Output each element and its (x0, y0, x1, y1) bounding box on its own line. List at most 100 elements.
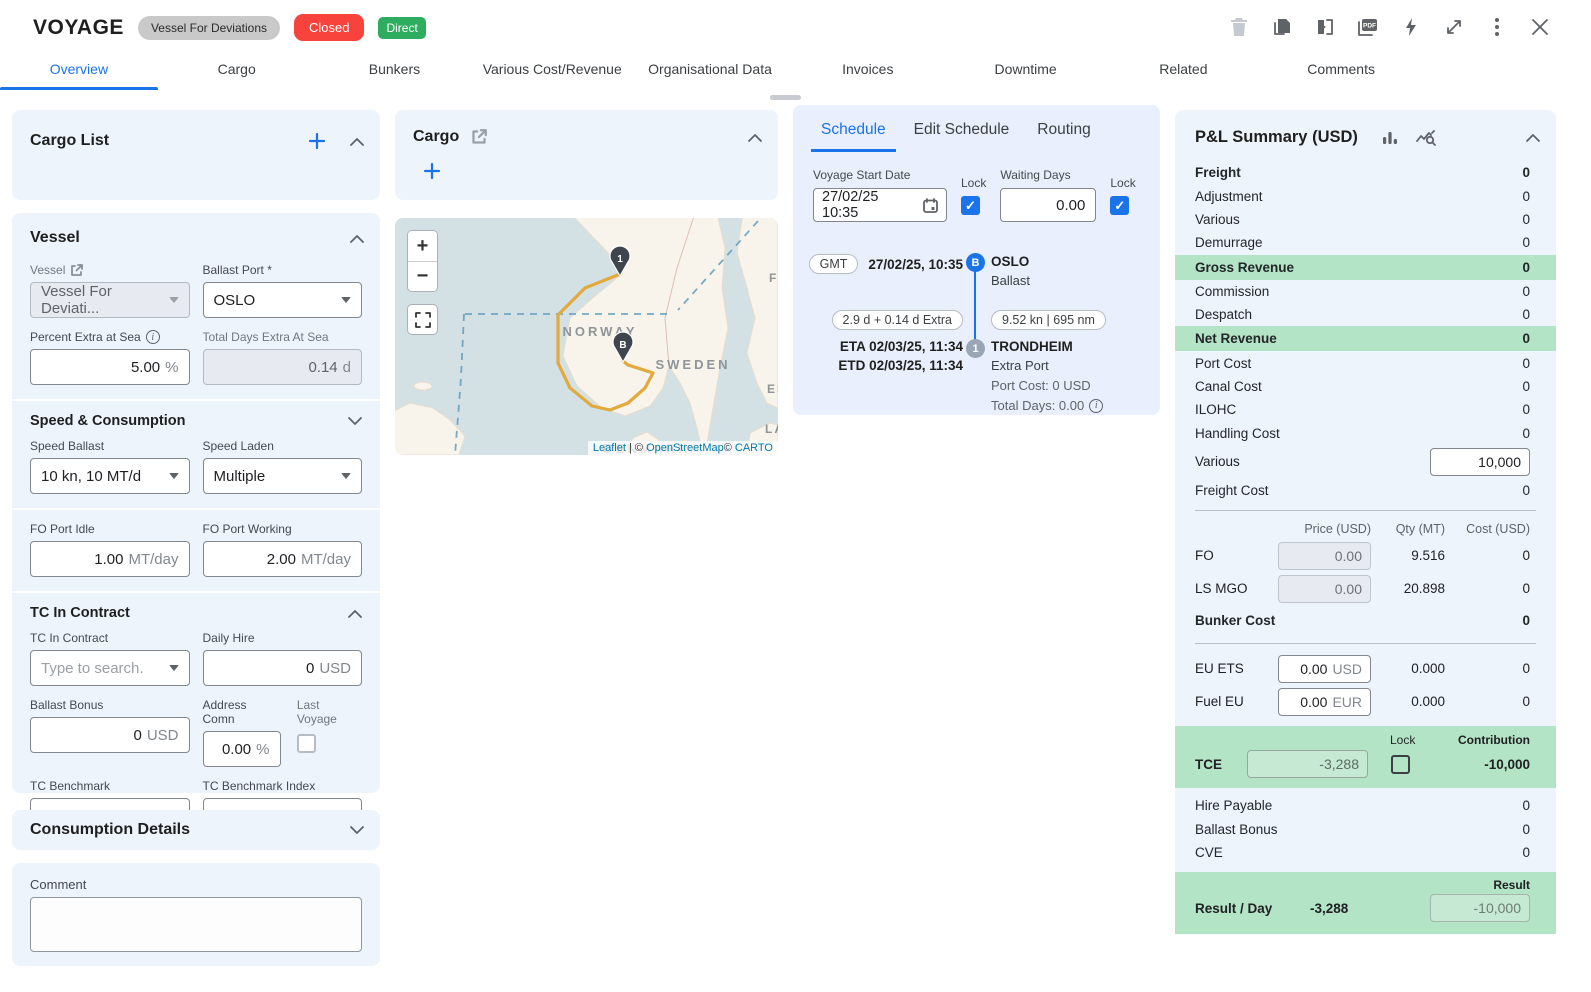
total-days-info-icon[interactable]: i (1089, 399, 1103, 413)
svg-text:1: 1 (617, 254, 623, 265)
vessel-chip: Vessel For Deviations (138, 16, 280, 40)
tab-schedule[interactable]: Schedule (811, 115, 896, 152)
tce-lock-label: Lock (1390, 733, 1415, 747)
svg-text:PDF: PDF (1363, 23, 1376, 30)
schedule-panel: Schedule Edit Schedule Routing Voyage St… (793, 105, 1160, 415)
tab-routing[interactable]: Routing (1027, 115, 1100, 152)
comment-label: Comment (30, 877, 86, 892)
tab-overview[interactable]: Overview (0, 48, 158, 90)
expand-consumption-details-icon[interactable] (350, 826, 364, 835)
add-cargo-icon[interactable] (308, 132, 326, 150)
vessel-field-label: Vessel (30, 263, 65, 277)
pnl-row-freight-cost: Freight Cost0 (1175, 479, 1556, 502)
collapse-cargo-icon[interactable] (748, 133, 762, 142)
total-days-extra-field: 0.14d (203, 349, 363, 385)
map-zoom-in-button[interactable]: + (408, 231, 437, 261)
map-zoom-out-button[interactable]: − (408, 261, 437, 291)
fo-port-working-input[interactable]: 2.00MT/day (203, 541, 363, 577)
result-per-day-value: -3,288 (1310, 901, 1348, 916)
last-voyage-checkbox[interactable] (297, 734, 316, 753)
leaflet-link[interactable]: Leaflet (593, 442, 626, 454)
daily-hire-input[interactable]: 0USD (203, 650, 363, 686)
waiting-days-label: Waiting Days (1000, 168, 1070, 182)
collapse-vessel-icon[interactable] (350, 234, 364, 243)
transit-duration-chip: 2.9 d + 0.14 d Extra (832, 310, 963, 330)
tc-in-contract-title: TC In Contract (30, 605, 130, 621)
splitter-handle[interactable] (770, 95, 801, 100)
address-comn-input[interactable]: 0.00% (203, 731, 281, 767)
timeline-marker-1: 1 (966, 339, 985, 358)
open-vessel-external-icon[interactable] (70, 264, 83, 277)
tab-downtime[interactable]: Downtime (947, 48, 1105, 90)
tab-edit-schedule[interactable]: Edit Schedule (904, 115, 1020, 152)
fuel-table-header: Price (USD) Qty (MT) Cost (USD) (1175, 519, 1556, 539)
lock-waiting-days-label: Lock (1110, 176, 1135, 190)
fo-port-idle-input[interactable]: 1.00MT/day (30, 541, 190, 577)
voyage-start-date-input[interactable]: 27/02/25 10:35 (813, 188, 947, 222)
fuel-row-fo: FO 0.00 9.516 0 (1175, 539, 1556, 572)
collapse-tc-in-contract-icon[interactable] (348, 609, 362, 618)
lock-waiting-days-checkbox[interactable]: ✓ (1110, 196, 1129, 215)
leg2-etd: ETD 02/03/25, 11:34 (838, 358, 963, 373)
percent-extra-info-icon[interactable]: i (146, 330, 160, 344)
result-label: Result (1195, 878, 1530, 892)
tab-comments[interactable]: Comments (1262, 48, 1420, 90)
expand-icon[interactable] (1443, 16, 1465, 38)
leg1-datetime: 27/02/25, 10:35 (868, 257, 963, 272)
bar-chart-icon[interactable] (1382, 130, 1398, 146)
map-label-lat: LAT (765, 422, 778, 436)
tce-lock-checkbox[interactable] (1391, 755, 1410, 774)
tab-related[interactable]: Related (1104, 48, 1262, 90)
speed-consumption-title: Speed & Consumption (30, 413, 185, 429)
pnl-row-demurrage: Demurrage0 (1175, 231, 1556, 254)
fuel-eu-input[interactable]: 0.00EUR (1278, 688, 1371, 716)
pdf-export-icon[interactable]: PDF (1357, 16, 1379, 38)
transit-speed-chip: 9.52 kn | 695 nm (991, 310, 1106, 330)
tab-invoices[interactable]: Invoices (789, 48, 947, 90)
ballast-port-select[interactable]: OSLO (203, 282, 363, 318)
comment-panel: Comment (12, 863, 380, 966)
osm-link[interactable]: OpenStreetMap (646, 442, 724, 454)
various-cost-input[interactable]: 10,000 (1430, 448, 1530, 476)
pnl-row-ballast-bonus: Ballast Bonus0 (1175, 818, 1556, 841)
tab-organisational-data[interactable]: Organisational Data (631, 48, 789, 90)
close-icon[interactable] (1529, 16, 1551, 38)
calendar-icon[interactable] (923, 198, 938, 213)
window-header: VOYAGE Vessel For Deviations Closed Dire… (0, 0, 1591, 52)
open-cargo-external-icon[interactable] (471, 129, 487, 145)
pnl-row-despatch: Despatch0 (1175, 303, 1556, 326)
speed-ballast-select[interactable]: 10 kn, 10 MT/d (30, 458, 190, 494)
tab-bunkers[interactable]: Bunkers (316, 48, 474, 90)
copy-icon[interactable] (1271, 16, 1293, 38)
tab-various-cost-revenue[interactable]: Various Cost/Revenue (473, 48, 631, 90)
vessel-title: Vessel (30, 229, 80, 247)
waiting-days-input[interactable]: 0.00 (1000, 188, 1096, 222)
ballast-bonus-input[interactable]: 0USD (30, 717, 190, 753)
more-menu-icon[interactable] (1486, 16, 1508, 38)
percent-extra-input[interactable]: 5.00% (30, 349, 190, 385)
map-fullscreen-button[interactable] (407, 304, 438, 335)
actions-bolt-icon[interactable] (1400, 16, 1422, 38)
compare-documents-icon[interactable] (1314, 16, 1336, 38)
speed-laden-select[interactable]: Multiple (203, 458, 363, 494)
lock-voyage-start-checkbox[interactable]: ✓ (961, 196, 980, 215)
page-title: VOYAGE (33, 16, 124, 40)
speed-laden-label: Speed Laden (203, 439, 274, 453)
pnl-row-port-cost: Port Cost0 (1175, 351, 1556, 374)
pnl-row-net-revenue: Net Revenue0 (1175, 326, 1556, 351)
timeline-marker-ballast: B (966, 253, 985, 272)
comment-textarea[interactable] (30, 897, 362, 952)
collapse-speed-consumption-icon[interactable] (348, 417, 362, 426)
add-cargo-line-icon[interactable] (423, 162, 441, 180)
trend-analysis-icon[interactable] (1416, 129, 1436, 147)
voyage-map[interactable]: NORWAY SWEDEN DENMARK FI ES LAT 1 B + − (395, 218, 778, 455)
eu-ets-input[interactable]: 0.00USD (1278, 655, 1371, 683)
fo-port-idle-label: FO Port Idle (30, 522, 95, 536)
collapse-pnl-icon[interactable] (1526, 133, 1540, 142)
tc-in-contract-select[interactable]: Type to search. (30, 650, 190, 686)
tc-benchmark-label: TC Benchmark (30, 779, 110, 793)
tab-cargo[interactable]: Cargo (158, 48, 316, 90)
cargo-title: Cargo (413, 128, 459, 146)
carto-link[interactable]: CARTO (735, 442, 773, 454)
collapse-cargo-list-icon[interactable] (350, 137, 364, 146)
